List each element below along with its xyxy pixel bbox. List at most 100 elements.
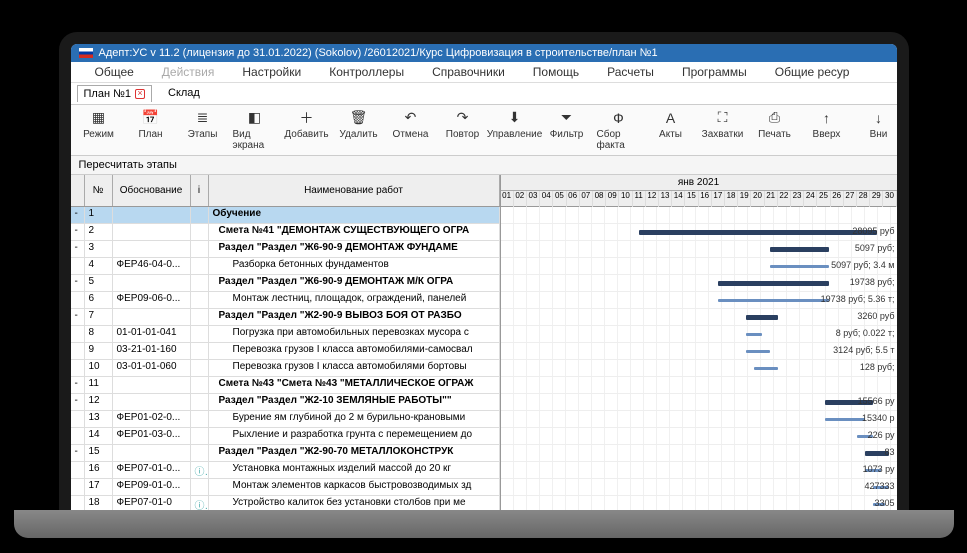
фильтр-button[interactable]: ⏷Фильтр [545, 109, 589, 151]
управление-button[interactable]: ⬇Управление [493, 109, 537, 151]
добавить-button[interactable]: ＋Добавить [285, 109, 329, 151]
table-row[interactable]: 4ФЕР46-04-0...Разборка бетонных фундамен… [71, 258, 500, 275]
gantt-row[interactable]: 28095 руб [501, 224, 897, 241]
expand-toggle[interactable]: - [71, 275, 85, 291]
gantt-row[interactable]: 19738 руб; [501, 275, 897, 292]
table-row[interactable]: -2Смета №41 "ДЕМОНТАЖ СУЩЕСТВУЮЩЕГО ОГРА [71, 224, 500, 241]
gantt-row[interactable]: 15566 ру [501, 394, 897, 411]
план-button[interactable]: 📅План [129, 109, 173, 151]
gantt-bar[interactable] [718, 281, 829, 286]
row-work-name: Монтаж элементов каркасов быстровозводим… [209, 479, 500, 495]
table-row[interactable]: -3Раздел "Раздел "Ж6-90-9 ДЕМОНТАЖ ФУНДА… [71, 241, 500, 258]
expand-toggle[interactable]: - [71, 394, 85, 410]
expand-toggle[interactable]: - [71, 309, 85, 325]
gantt-value-label: 3305 [874, 498, 894, 508]
row-work-name: Бурение ям глубиной до 2 м бурильно-кран… [209, 411, 500, 427]
gantt-chart[interactable]: янв 2021 0102030405060708091011121314151… [501, 175, 897, 532]
gantt-value-label: 8 руб; 0.022 т; [836, 328, 895, 338]
table-row[interactable]: -5Раздел "Раздел "Ж6-90-9 ДЕМОНТАЖ М/К О… [71, 275, 500, 292]
menu-общее[interactable]: Общее [95, 65, 134, 79]
gantt-bar[interactable] [746, 350, 770, 353]
sub-toolbar[interactable]: Пересчитать этапы [71, 156, 897, 175]
gantt-bar[interactable] [639, 230, 877, 235]
recalc-stages-button[interactable]: Пересчитать этапы [79, 159, 177, 171]
expand-toggle[interactable]: - [71, 241, 85, 257]
повтор-button[interactable]: ↷Повтор [441, 109, 485, 151]
info-icon [191, 309, 209, 325]
gantt-bar[interactable] [718, 299, 829, 302]
table-row[interactable]: 801-01-01-041Погрузка при автомобильных … [71, 326, 500, 343]
gantt-row[interactable]: 83 [501, 445, 897, 462]
day-tick: 24 [804, 191, 817, 207]
table-row[interactable]: -12Раздел "Раздел "Ж2-10 ЗЕМЛЯНЫЕ РАБОТЫ… [71, 394, 500, 411]
gantt-row[interactable]: 5097 руб; 3.4 м [501, 258, 897, 275]
отмена-button[interactable]: ↶Отмена [389, 109, 433, 151]
info-icon[interactable]: ⓘ [191, 462, 209, 478]
close-icon[interactable]: × [135, 89, 145, 99]
table-row[interactable]: 1003-01-01-060Перевозка грузов I класса … [71, 360, 500, 377]
table-row[interactable]: 16ФЕР07-01-0...ⓘУстановка монтажных изде… [71, 462, 500, 479]
gantt-bar[interactable] [825, 418, 865, 421]
gantt-row[interactable]: 3260 руб [501, 309, 897, 326]
table-row[interactable]: 6ФЕР09-06-0...Монтаж лестниц, площадок, … [71, 292, 500, 309]
table-row[interactable]: 17ФЕР09-01-0...Монтаж элементов каркасов… [71, 479, 500, 496]
table-row[interactable]: 14ФЕР01-03-0...Рыхление и разработка гру… [71, 428, 500, 445]
сбор факта-button[interactable]: ФСбор факта [597, 109, 641, 151]
table-row[interactable]: -1Обучение [71, 207, 500, 224]
info-icon [191, 275, 209, 291]
gantt-row[interactable] [501, 377, 897, 394]
gantt-row[interactable]: 1073 ру [501, 462, 897, 479]
row-number: 9 [85, 343, 113, 359]
вид экрана-button[interactable]: ◧Вид экрана [233, 109, 277, 151]
удалить-button[interactable]: 🗑Удалить [337, 109, 381, 151]
gantt-month: янв 2021 [501, 175, 897, 191]
акты-button[interactable]: ААкты [649, 109, 693, 151]
gantt-row[interactable]: 427333 [501, 479, 897, 496]
laptop-base [14, 510, 954, 538]
info-icon [191, 411, 209, 427]
gantt-row[interactable]: 3124 руб; 5.5 т [501, 343, 897, 360]
gantt-row[interactable] [501, 207, 897, 224]
захватки-button[interactable]: ⛶Захватки [701, 109, 745, 151]
table-row[interactable]: 13ФЕР01-02-0...Бурение ям глубиной до 2 … [71, 411, 500, 428]
gantt-row[interactable]: 5097 руб; [501, 241, 897, 258]
gantt-bar[interactable] [754, 367, 778, 370]
режим-button[interactable]: ▦Режим [77, 109, 121, 151]
expand-toggle[interactable]: - [71, 224, 85, 240]
menu-расчеты[interactable]: Расчеты [607, 65, 654, 79]
row-number: 13 [85, 411, 113, 427]
gantt-row[interactable]: 15340 р [501, 411, 897, 428]
gantt-bar[interactable] [746, 333, 762, 336]
menu-справочники[interactable]: Справочники [432, 65, 505, 79]
gantt-row[interactable]: 8 руб; 0.022 т; [501, 326, 897, 343]
повтор-icon: ↷ [454, 109, 472, 127]
table-row[interactable]: 903-21-01-160Перевозка грузов I класса а… [71, 343, 500, 360]
table-row[interactable]: -7Раздел "Раздел "Ж2-90-9 ВЫВОЗ БОЯ ОТ Р… [71, 309, 500, 326]
gantt-row[interactable]: 226 ру [501, 428, 897, 445]
gantt-bar[interactable] [770, 265, 829, 268]
row-number: 12 [85, 394, 113, 410]
table-row[interactable]: -11Смета №43 "Смета №43 "МЕТАЛЛИЧЕСКОЕ О… [71, 377, 500, 394]
menu-контроллеры[interactable]: Контроллеры [329, 65, 404, 79]
tab-План №1[interactable]: План №1× [77, 85, 153, 102]
вни-button[interactable]: ↓Вни [857, 109, 901, 151]
col-number: № [85, 175, 113, 206]
menu-программы[interactable]: Программы [682, 65, 747, 79]
expand-toggle[interactable]: - [71, 207, 85, 223]
печать-button[interactable]: ⎙Печать [753, 109, 797, 151]
tab-Склад[interactable]: Склад [162, 85, 206, 102]
table-row[interactable]: -15Раздел "Раздел "Ж2-90-70 МЕТАЛЛОКОНСТ… [71, 445, 500, 462]
menu-настройки[interactable]: Настройки [242, 65, 301, 79]
этапы-button[interactable]: ≣Этапы [181, 109, 225, 151]
menu-действия[interactable]: Действия [162, 65, 215, 79]
menu-помощь[interactable]: Помощь [533, 65, 579, 79]
вверх-button[interactable]: ↑Вверх [805, 109, 849, 151]
gantt-row[interactable]: 19738 руб; 5.36 т; [501, 292, 897, 309]
gantt-bar[interactable] [746, 315, 778, 320]
expand-toggle[interactable]: - [71, 377, 85, 393]
gantt-bar[interactable] [770, 247, 829, 252]
expand-toggle[interactable]: - [71, 445, 85, 461]
удалить-icon: 🗑 [350, 109, 368, 127]
gantt-row[interactable]: 128 руб; [501, 360, 897, 377]
menu-общие ресур[interactable]: Общие ресур [775, 65, 850, 79]
